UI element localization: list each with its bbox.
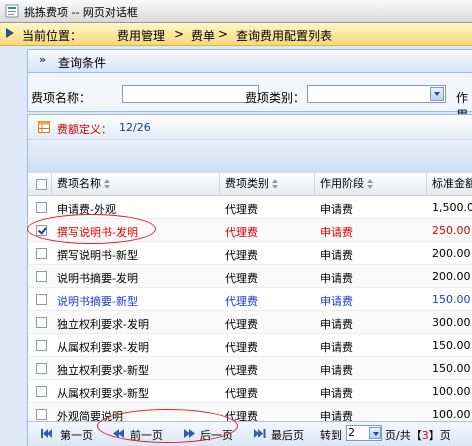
cell-fee-name: 从属权利要求-新型 [57,387,149,400]
query-panel: » 查询条件 费项名称： 费项类别： 作用 [27,49,472,122]
fee-name-input[interactable] [122,85,259,103]
cell-fee-name: 从属权利要求-发明 [57,341,149,354]
query-panel-title: 查询条件 [58,56,107,70]
row-checkbox[interactable] [36,248,47,259]
sort-icon [272,179,279,189]
pager: 第一页 前一页 后一页 最后页 转到 2 页/共【3】页 [28,421,472,446]
cell-stage: 申请费 [320,203,353,216]
cell-fee-category: 代理费 [225,226,258,239]
breadcrumb: 当前位置： 费用管理 > 费单 > 查询费用配置列表 [0,23,472,46]
row-checkbox[interactable] [36,317,47,328]
query-panel-header[interactable]: » 查询条件 [28,50,472,73]
cell-stage: 申请费 [320,272,353,285]
column-header-fee-name[interactable]: 费项名称 [52,173,220,195]
arrow-right-icon [6,28,14,38]
cell-stage: 申请费 [320,249,353,262]
cell-stage: 申请费 [320,295,353,308]
breadcrumb-separator: > [218,27,229,41]
window-title: 挑拣费项 -- 网页对话框 [24,6,138,19]
table-row[interactable]: 独立权利要求-新型 代理费 申请费 150.00 [28,357,472,380]
grid-header-row: 费项名称 费项类别 作用阶段 标准金额 [28,173,472,196]
goto-label: 转到 [320,429,342,442]
table-row[interactable]: 从属权利要求-新型 代理费 申请费 100.00 [28,380,472,403]
cell-fee-name: 独立权利要求-新型 [57,364,149,377]
row-checkbox[interactable] [36,409,47,420]
column-header-fee-category[interactable]: 费项类别 [220,173,315,195]
cell-stage: 申请费 [320,341,353,354]
dropdown-arrow-icon[interactable] [369,427,381,439]
fee-name-label: 费项名称： [31,91,92,105]
grid-title-bar: 费额定义： 12/26 [28,115,472,140]
breadcrumb-separator: > [174,27,185,41]
cell-fee-category: 代理费 [225,249,258,262]
cell-fee-name: 说明书摘要-新型 [57,295,138,308]
cell-stage: 申请费 [320,387,353,400]
row-checkbox[interactable] [36,202,47,213]
first-page-button[interactable]: 第一页 [60,427,93,443]
grid-title: 费额定义： [57,123,112,136]
cell-standard-amount: 100.00 [432,408,471,421]
row-checkbox[interactable] [36,386,47,397]
cell-fee-category: 代理费 [225,295,258,308]
breadcrumb-item-fee-bill[interactable]: 费单 [191,27,215,44]
cell-standard-amount: 150.00 [432,293,471,306]
page-number-select[interactable]: 2 [346,425,382,441]
cell-stage: 申请费 [320,318,353,331]
table-row[interactable]: 撰写说明书-新型 代理费 申请费 200.00 [28,242,472,265]
cell-standard-amount: 100.00 [432,385,471,398]
row-checkbox[interactable] [36,363,47,374]
cell-fee-name: 撰写说明书-新型 [57,249,138,262]
last-page-icon[interactable] [254,428,266,439]
sort-icon [104,179,111,189]
cell-standard-amount: 150.00 [432,362,471,375]
breadcrumb-item-current: 查询费用配置列表 [236,29,333,43]
total-pages-text: 页/共【3】页 [385,429,451,442]
annotation-oval-pager [97,409,238,443]
cell-fee-category: 代理费 [225,341,258,354]
cell-fee-category: 代理费 [225,203,258,216]
cell-stage: 申请费 [320,364,353,377]
cell-fee-name: 独立权利要求-发明 [57,318,149,331]
cell-standard-amount: 300.00 [432,316,471,329]
cell-standard-amount: 200.00 [432,270,471,283]
breadcrumb-prefix: 当前位置： [22,29,83,43]
cell-standard-amount: 1,500.00 [432,201,472,214]
cell-fee-category: 代理费 [225,318,258,331]
cell-stage: 申请费 [320,226,353,239]
cell-standard-amount: 200.00 [432,247,471,260]
grid-table-icon [38,121,50,133]
dropdown-arrow-icon[interactable] [430,87,444,101]
row-checkbox[interactable] [36,340,47,351]
table-row[interactable]: 从属权利要求-发明 代理费 申请费 150.00 [28,334,472,357]
fee-category-select[interactable] [307,85,446,103]
column-header-stage[interactable]: 作用阶段 [315,173,427,195]
annotation-oval-selected-row [27,214,156,244]
table-row[interactable]: 说明书摘要-发明 代理费 申请费 200.00 [28,265,472,288]
first-page-icon[interactable] [41,428,53,439]
app-icon [5,4,19,18]
double-chevron-icon: » [39,53,47,66]
cell-fee-name: 说明书摘要-发明 [57,272,138,285]
table-row[interactable]: 独立权利要求-发明 代理费 申请费 300.00 [28,311,472,334]
window-title-bar: 挑拣费项 -- 网页对话框 [0,0,472,23]
table-row[interactable]: 说明书摘要-新型 代理费 申请费 150.00 [28,288,472,311]
select-all-checkbox[interactable] [36,179,47,190]
cell-standard-amount: 150.00 [432,339,471,352]
fee-category-label: 费项类别： [245,91,306,105]
cell-fee-category: 代理费 [225,272,258,285]
last-page-button[interactable]: 最后页 [271,427,304,443]
column-header-standard-amount[interactable]: 标准金额 [427,173,472,195]
grid-toolbar [28,140,472,174]
fee-grid-panel: 费额定义： 12/26 费项名称 费项类别 作用阶段 标准金额 申请费-外观 代理… [27,114,472,446]
row-checkbox[interactable] [36,294,47,305]
sort-icon [367,179,374,189]
breadcrumb-item-fee-management[interactable]: 费用管理 [117,27,165,44]
cell-standard-amount: 250.00 [432,224,471,237]
cell-fee-category: 代理费 [225,387,258,400]
grid-count: 12/26 [119,121,151,134]
select-all-cell [28,173,52,195]
row-checkbox[interactable] [36,271,47,282]
cell-fee-category: 代理费 [225,364,258,377]
